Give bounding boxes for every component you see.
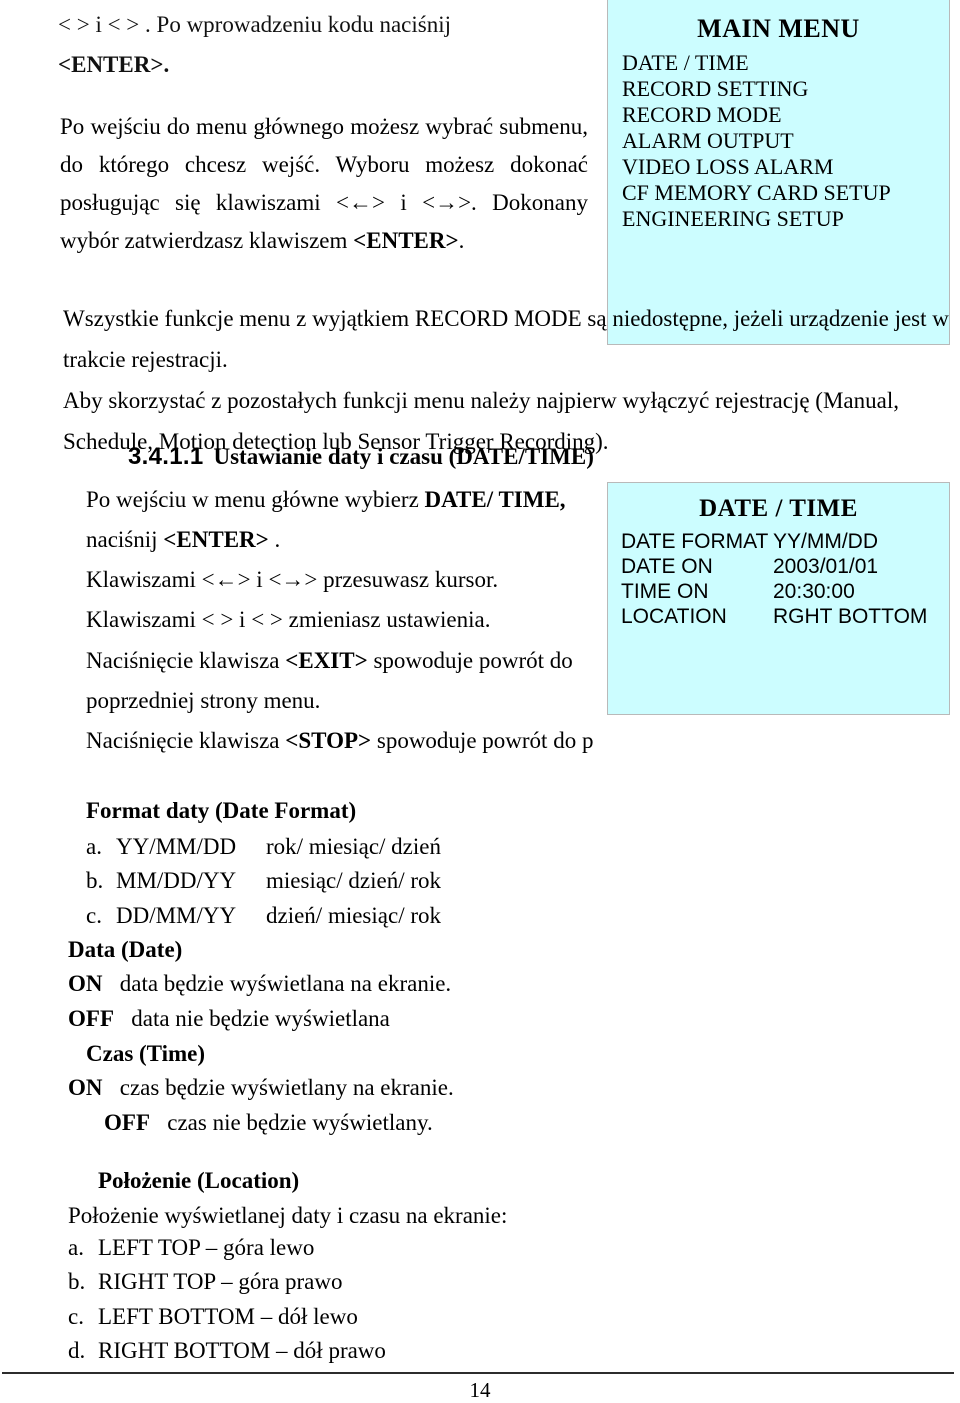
instruction-line-2-part-c: . [268, 527, 281, 552]
date-format-option-a-marker: a. [86, 833, 102, 859]
date-section-off-label: OFF [68, 1005, 114, 1031]
date-format-heading: Format daty (Date Format) [86, 798, 357, 824]
date-section-heading: Data (Date) [68, 936, 183, 962]
date-format-option-a-code: YY/MM/DD [116, 833, 237, 859]
date-format-option-c-desc: dzień/ miesiąc/ rok [266, 902, 441, 928]
instruction-line-2-part-a: naciśnij [86, 527, 164, 552]
location-option-a-marker: a. [68, 1234, 84, 1260]
setting-row-date-format[interactable]: DATE FORMAT YY/MM/DD [621, 529, 949, 554]
date-section-off-row: OFF data nie będzie wyświetlana [68, 1006, 390, 1032]
time-section-off-row: OFF czas nie będzie wyświetlany. [104, 1110, 433, 1136]
time-section-heading: Czas (Time) [86, 1041, 206, 1066]
instruction-line-2: naciśnij <ENTER> . [86, 527, 280, 553]
instruction-line-3: Klawiszami <←> i <→> przesuwasz kursor. [86, 567, 499, 592]
date-format-option-b-marker: b. [86, 868, 104, 894]
main-menu-item-alarm-output[interactable]: ALARM OUTPUT [622, 128, 949, 154]
setting-label-date-on: DATE ON [621, 555, 713, 578]
main-menu-item-date-time[interactable]: DATE / TIME [622, 50, 949, 76]
date-section-on-label: ON [68, 971, 103, 997]
main-menu-item-list: DATE / TIME RECORD SETTING RECORD MODE A… [608, 50, 949, 232]
setting-value-time-on[interactable]: 20:30:00 [773, 579, 855, 604]
instruction-line-6: poprzedniej strony menu. [86, 688, 321, 713]
code-entry-line-1: < > i < > . Po wprowadzeniu kodu naciśni… [58, 12, 451, 37]
location-option-d-marker: d. [68, 1338, 86, 1363]
setting-label-date-format: DATE FORMAT [621, 530, 769, 553]
date-format-option-c: c. DD/MM/YY dzień/ miesiąc/ rok [86, 903, 441, 929]
location-option-b-text: RIGHT TOP – góra prawo [98, 1269, 343, 1295]
time-section-off-desc: czas nie będzie wyświetlany. [167, 1109, 433, 1135]
date-format-option-b-desc: miesiąc/ dzień/ rok [266, 868, 441, 894]
instruction-line-7-part-c: spowoduje powrót do p [371, 728, 594, 753]
section-heading: 3.4.1.1 Ustawianie daty i czasu (DATE/TIM… [128, 443, 594, 471]
note-paragraph-1: Wszystkie funkcje menu z wyjątkiem RECOR… [63, 306, 949, 372]
instruction-line-2-enter-key: <ENTER> [163, 527, 269, 552]
location-option-d: d. RIGHT BOTTOM – dół prawo [68, 1338, 386, 1364]
instruction-line-1-menu-name: DATE/ TIME, [424, 487, 566, 512]
date-section-on-row: ON data będzie wyświetlana na ekranie. [68, 971, 451, 997]
intro-paragraph-arrow-keys: <←> i <→>. [336, 190, 477, 215]
date-format-option-a-desc: rok/ miesiąc/ dzień [266, 833, 441, 859]
setting-label-location: LOCATION [621, 605, 727, 628]
setting-row-date-on[interactable]: DATE ON 2003/01/01 [621, 554, 949, 579]
location-option-c: c. LEFT BOTTOM – dół lewo [68, 1304, 358, 1330]
date-format-option-b: b. MM/DD/YY miesiąc/ dzień/ rok [86, 868, 441, 894]
location-option-d-text: RIGHT BOTTOM – dół prawo [98, 1338, 386, 1363]
page-number: 14 [469, 1378, 491, 1402]
code-entry-line-2: <ENTER>. [58, 52, 170, 77]
location-section-heading: Położenie (Location) [98, 1168, 300, 1194]
time-section-off-label: OFF [104, 1109, 150, 1135]
intro-paragraph-part-c: . [458, 228, 465, 253]
date-format-option-a: a. YY/MM/DD rok/ miesiąc/ dzień [86, 834, 441, 860]
location-option-a: a. LEFT TOP – góra lewo [68, 1235, 314, 1261]
main-menu-item-engineering-setup[interactable]: ENGINEERING SETUP [622, 206, 949, 232]
instruction-line-5-exit-key: <EXIT> [285, 648, 368, 673]
time-section-on-label: ON [68, 1075, 103, 1101]
location-option-b-marker: b. [68, 1269, 86, 1295]
intro-paragraph-enter-key: <ENTER> [353, 228, 459, 253]
section-number: 3.4.1.1 [128, 443, 204, 470]
location-option-b: b. RIGHT TOP – góra prawo [68, 1269, 342, 1295]
instruction-line-7: Naciśnięcie klawisza <STOP> spowoduje po… [86, 728, 593, 754]
main-menu-osd-panel: MAIN MENU DATE / TIME RECORD SETTING REC… [608, 0, 949, 344]
date-time-panel-title: DATE / TIME [699, 495, 858, 522]
date-format-option-c-code: DD/MM/YY [116, 902, 237, 928]
date-time-osd-panel: DATE / TIME DATE FORMAT YY/MM/DD DATE ON… [608, 483, 949, 714]
location-option-a-text: LEFT TOP – góra lewo [98, 1234, 315, 1260]
setting-row-location[interactable]: LOCATION RGHT BOTTOM [621, 604, 949, 629]
instruction-line-7-stop-key: <STOP> [285, 728, 372, 753]
footer-divider [2, 1372, 954, 1374]
time-section-on-row: ON czas będzie wyświetlany na ekranie. [68, 1075, 454, 1101]
date-section-on-desc: data będzie wyświetlana na ekranie. [119, 971, 452, 997]
main-menu-item-record-setting[interactable]: RECORD SETTING [622, 76, 949, 102]
document-page: MAIN MENU DATE / TIME RECORD SETTING REC… [0, 0, 960, 1402]
instruction-line-5-part-a: Naciśnięcie klawisza [86, 648, 286, 673]
location-option-c-text: LEFT BOTTOM – dół lewo [98, 1303, 358, 1329]
location-section-intro: Położenie wyświetlanej daty i czasu na e… [68, 1202, 508, 1228]
main-menu-item-video-loss-alarm[interactable]: VIDEO LOSS ALARM [622, 154, 949, 180]
instruction-line-1: Po wejściu w menu główne wybierz DATE/ T… [86, 487, 566, 513]
main-menu-title: MAIN MENU [697, 14, 860, 43]
setting-value-location[interactable]: RGHT BOTTOM [773, 604, 927, 629]
date-format-option-b-code: MM/DD/YY [116, 868, 237, 894]
main-menu-item-cf-memory-card-setup[interactable]: CF MEMORY CARD SETUP [622, 180, 949, 206]
setting-value-date-format[interactable]: YY/MM/DD [773, 529, 878, 554]
date-format-option-c-marker: c. [86, 902, 102, 928]
instruction-line-1-part-a: Po wejściu w menu główne wybierz [86, 487, 425, 512]
main-menu-item-record-mode[interactable]: RECORD MODE [622, 102, 949, 128]
date-section-off-desc: data nie będzie wyświetlana [131, 1005, 390, 1031]
instruction-line-5-part-c: spowoduje powrót do [367, 648, 573, 673]
instruction-line-5: Naciśnięcie klawisza <EXIT> spowoduje po… [86, 648, 573, 674]
intro-paragraph: Po wejściu do menu głównego możesz wybra… [60, 108, 588, 260]
instruction-line-7-part-a: Naciśnięcie klawisza [86, 728, 286, 753]
date-time-settings-list: DATE FORMAT YY/MM/DD DATE ON 2003/01/01 … [608, 529, 949, 629]
location-option-c-marker: c. [68, 1303, 84, 1329]
time-section-on-desc: czas będzie wyświetlany na ekranie. [119, 1075, 454, 1101]
section-title: Ustawianie daty i czasu (DATE/TIME) [213, 444, 594, 469]
instruction-line-4: Klawiszami < > i < > zmieniasz ustawieni… [86, 607, 491, 632]
setting-value-date-on[interactable]: 2003/01/01 [773, 554, 878, 579]
setting-row-time-on[interactable]: TIME ON 20:30:00 [621, 579, 949, 604]
setting-label-time-on: TIME ON [621, 580, 709, 603]
